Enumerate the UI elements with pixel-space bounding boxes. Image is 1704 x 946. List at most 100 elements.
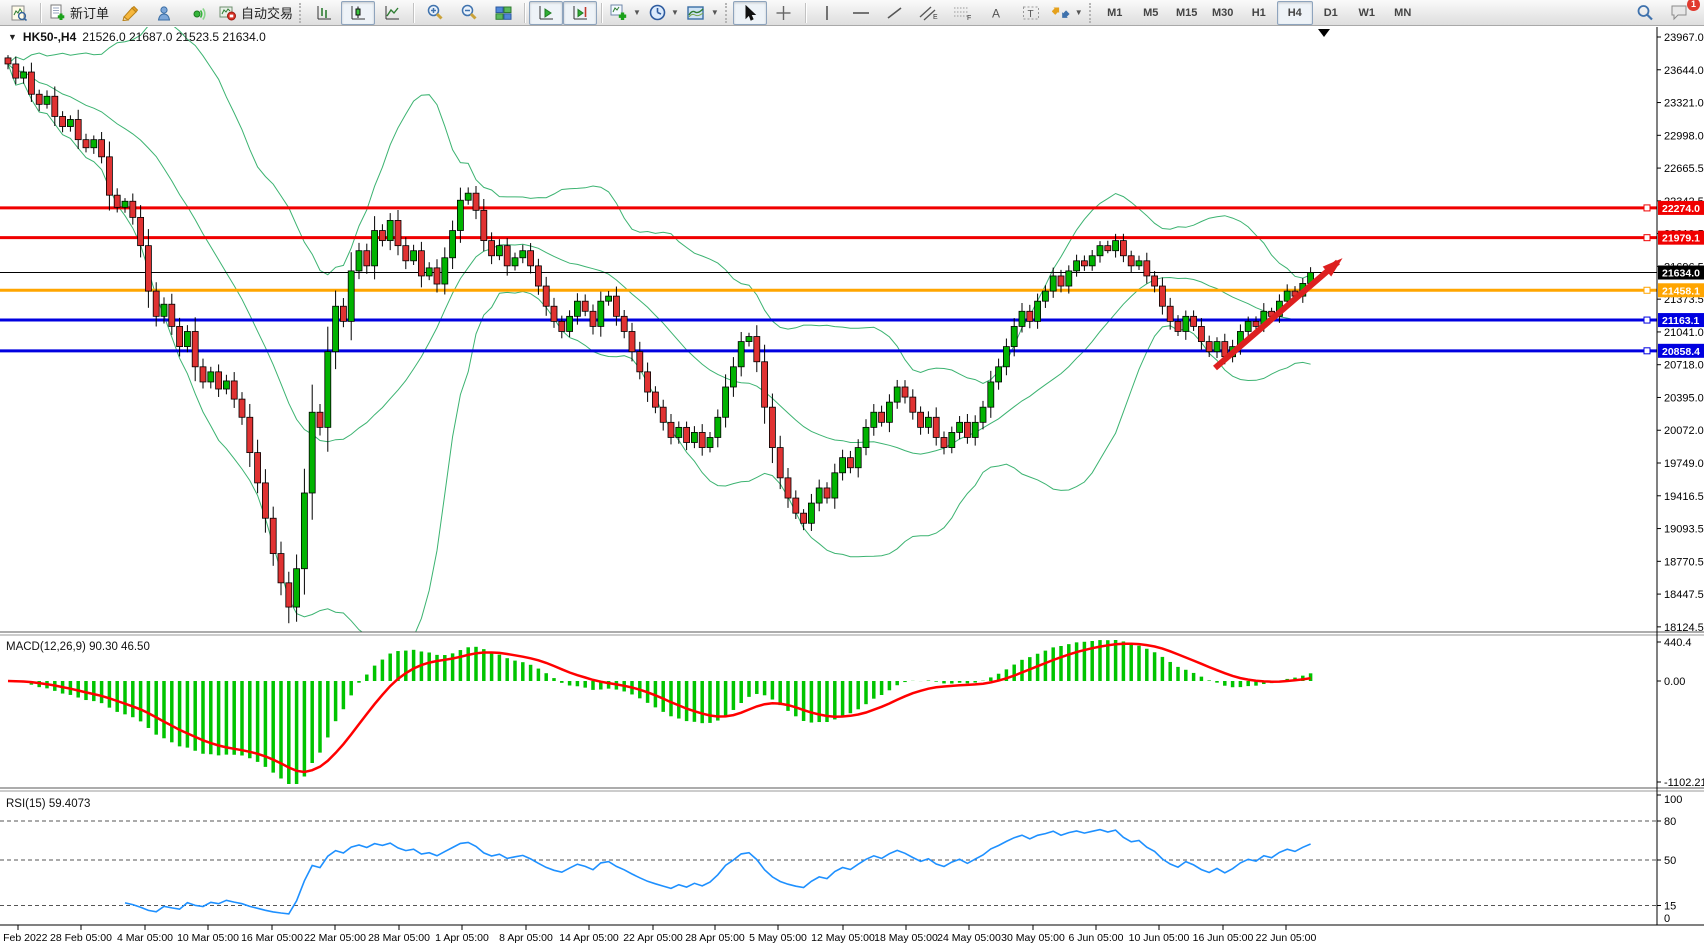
timeframe-h4[interactable]: H4 <box>1277 1 1313 25</box>
clock-icon <box>649 4 666 21</box>
main-toolbar: 新订单 自动交易 <box>0 0 1704 26</box>
chart-ohlc-values: 21526.0 21687.0 21523.5 21634.0 <box>82 30 266 44</box>
svg-text:16 Mar 05:00: 16 Mar 05:00 <box>241 932 303 944</box>
expert-advisors-button[interactable] <box>147 1 181 25</box>
equidistant-channel-tool[interactable]: E <box>912 1 946 25</box>
svg-text:A: A <box>992 6 1000 20</box>
svg-text:21979.1: 21979.1 <box>1662 233 1700 245</box>
autotrading-label: 自动交易 <box>241 3 293 22</box>
dropdown-arrow-icon: ▼ <box>711 8 719 17</box>
crosshair-icon <box>775 5 792 21</box>
hline-handle[interactable] <box>1644 287 1650 293</box>
arrow-objects-icon <box>1052 5 1070 21</box>
hline-handle[interactable] <box>1644 317 1650 323</box>
notifications-button[interactable]: 1 <box>1662 1 1696 25</box>
chat-bubble-icon <box>1670 4 1689 21</box>
styles-crayon-button[interactable] <box>113 1 147 25</box>
trendline-tool[interactable] <box>878 1 912 25</box>
svg-text:10 Mar 05:00: 10 Mar 05:00 <box>177 932 239 944</box>
svg-text:14 Apr 05:00: 14 Apr 05:00 <box>559 932 619 944</box>
svg-text:15: 15 <box>1664 901 1676 913</box>
chart-collapse-icon[interactable]: ▼ <box>8 32 17 42</box>
candlestick-chart[interactable]: 23967.023644.023321.022998.022665.522342… <box>0 0 1704 946</box>
new-chart-dropdown[interactable]: ▼ <box>606 1 645 25</box>
crosshair-tool-button[interactable] <box>767 1 801 25</box>
svg-text:F: F <box>967 15 971 21</box>
svg-text:16 Jun 05:00: 16 Jun 05:00 <box>1193 932 1254 944</box>
svg-text:10 Jun 05:00: 10 Jun 05:00 <box>1129 932 1190 944</box>
timeframe-d1[interactable]: D1 <box>1313 1 1349 25</box>
hline-handle[interactable] <box>1644 348 1650 354</box>
arrows-dropdown[interactable]: ▼ <box>1048 1 1087 25</box>
cursor-tool-button[interactable] <box>733 1 767 25</box>
crayon-icon <box>122 5 139 21</box>
svg-text:21041.0: 21041.0 <box>1664 327 1704 339</box>
svg-text:21163.1: 21163.1 <box>1662 315 1700 327</box>
channel-icon: E <box>919 5 939 21</box>
chart-window-icon[interactable] <box>2 1 36 25</box>
svg-text:30 May 05:00: 30 May 05:00 <box>1001 932 1065 944</box>
svg-text:20072.0: 20072.0 <box>1664 425 1704 437</box>
svg-text:5 May 05:00: 5 May 05:00 <box>749 932 807 944</box>
search-icon <box>1636 4 1654 22</box>
search-button[interactable] <box>1628 1 1662 25</box>
fibonacci-tool[interactable]: F <box>946 1 980 25</box>
text-label-tool[interactable]: T <box>1014 1 1048 25</box>
price-chip-21458.1: 21458.1 <box>1658 283 1704 297</box>
dropdown-arrow-icon: ▼ <box>1075 8 1083 17</box>
auto-scroll-button[interactable] <box>529 1 563 25</box>
svg-text:22 Feb 2022: 22 Feb 2022 <box>0 932 48 944</box>
timeframe-mn[interactable]: MN <box>1385 1 1421 25</box>
svg-text:21458.1: 21458.1 <box>1662 285 1700 297</box>
svg-text:20858.4: 20858.4 <box>1662 346 1700 358</box>
svg-text:0.00: 0.00 <box>1664 676 1685 688</box>
chart-symbol-period: HK50-,H4 <box>23 30 76 44</box>
timeframe-m30[interactable]: M30 <box>1205 1 1241 25</box>
svg-text:21634.0: 21634.0 <box>1662 268 1700 280</box>
zoom-out-icon <box>460 4 478 21</box>
templates-dropdown[interactable]: ▼ <box>683 1 723 25</box>
svg-text:24 May 05:00: 24 May 05:00 <box>937 932 1001 944</box>
autotrading-button[interactable]: 自动交易 <box>215 1 297 25</box>
svg-text:440.4: 440.4 <box>1664 637 1692 649</box>
timeframe-m1[interactable]: M1 <box>1097 1 1133 25</box>
tile-windows-button[interactable] <box>486 1 520 25</box>
chart-shift-button[interactable] <box>563 1 597 25</box>
bar-chart-icon <box>316 5 333 21</box>
new-order-button[interactable]: 新订单 <box>45 1 113 25</box>
svg-text:22998.0: 22998.0 <box>1664 130 1704 142</box>
svg-text:22 Apr 05:00: 22 Apr 05:00 <box>623 932 683 944</box>
svg-text:23644.0: 23644.0 <box>1664 65 1704 77</box>
horizontal-line-tool[interactable] <box>844 1 878 25</box>
signals-button[interactable] <box>181 1 215 25</box>
timeframe-m15[interactable]: M15 <box>1169 1 1205 25</box>
zoom-out-button[interactable] <box>452 1 486 25</box>
price-chip-20858.4: 20858.4 <box>1658 344 1704 358</box>
svg-text:20395.0: 20395.0 <box>1664 392 1704 404</box>
svg-text:28 Apr 05:00: 28 Apr 05:00 <box>685 932 745 944</box>
svg-text:19416.5: 19416.5 <box>1664 491 1704 503</box>
timeframe-buttons: M1M5M15M30H1H4D1W1MN <box>1097 1 1421 25</box>
zoom-in-button[interactable] <box>418 1 452 25</box>
hline-handle[interactable] <box>1644 235 1650 241</box>
svg-text:80: 80 <box>1664 816 1676 828</box>
candlestick-mode-button[interactable] <box>341 1 375 25</box>
vertical-line-tool[interactable] <box>810 1 844 25</box>
timeframe-h1[interactable]: H1 <box>1241 1 1277 25</box>
hline-handle[interactable] <box>1644 205 1650 211</box>
chart-title: ▼ HK50-,H4 21526.0 21687.0 21523.5 21634… <box>8 30 266 44</box>
text-tool[interactable]: A <box>980 1 1014 25</box>
dropdown-arrow-icon: ▼ <box>633 8 641 17</box>
tile-windows-icon <box>495 5 512 21</box>
bar-chart-mode-button[interactable] <box>307 1 341 25</box>
line-chart-mode-button[interactable] <box>375 1 409 25</box>
svg-text:12 May 05:00: 12 May 05:00 <box>811 932 875 944</box>
price-chip-21163.1: 21163.1 <box>1658 313 1704 327</box>
periods-dropdown[interactable]: ▼ <box>645 1 683 25</box>
timeframe-m5[interactable]: M5 <box>1133 1 1169 25</box>
template-icon <box>687 5 706 21</box>
svg-text:1 Apr 05:00: 1 Apr 05:00 <box>435 932 489 944</box>
timeframe-w1[interactable]: W1 <box>1349 1 1385 25</box>
svg-text:20718.0: 20718.0 <box>1664 360 1704 372</box>
candlestick-icon <box>350 5 367 21</box>
